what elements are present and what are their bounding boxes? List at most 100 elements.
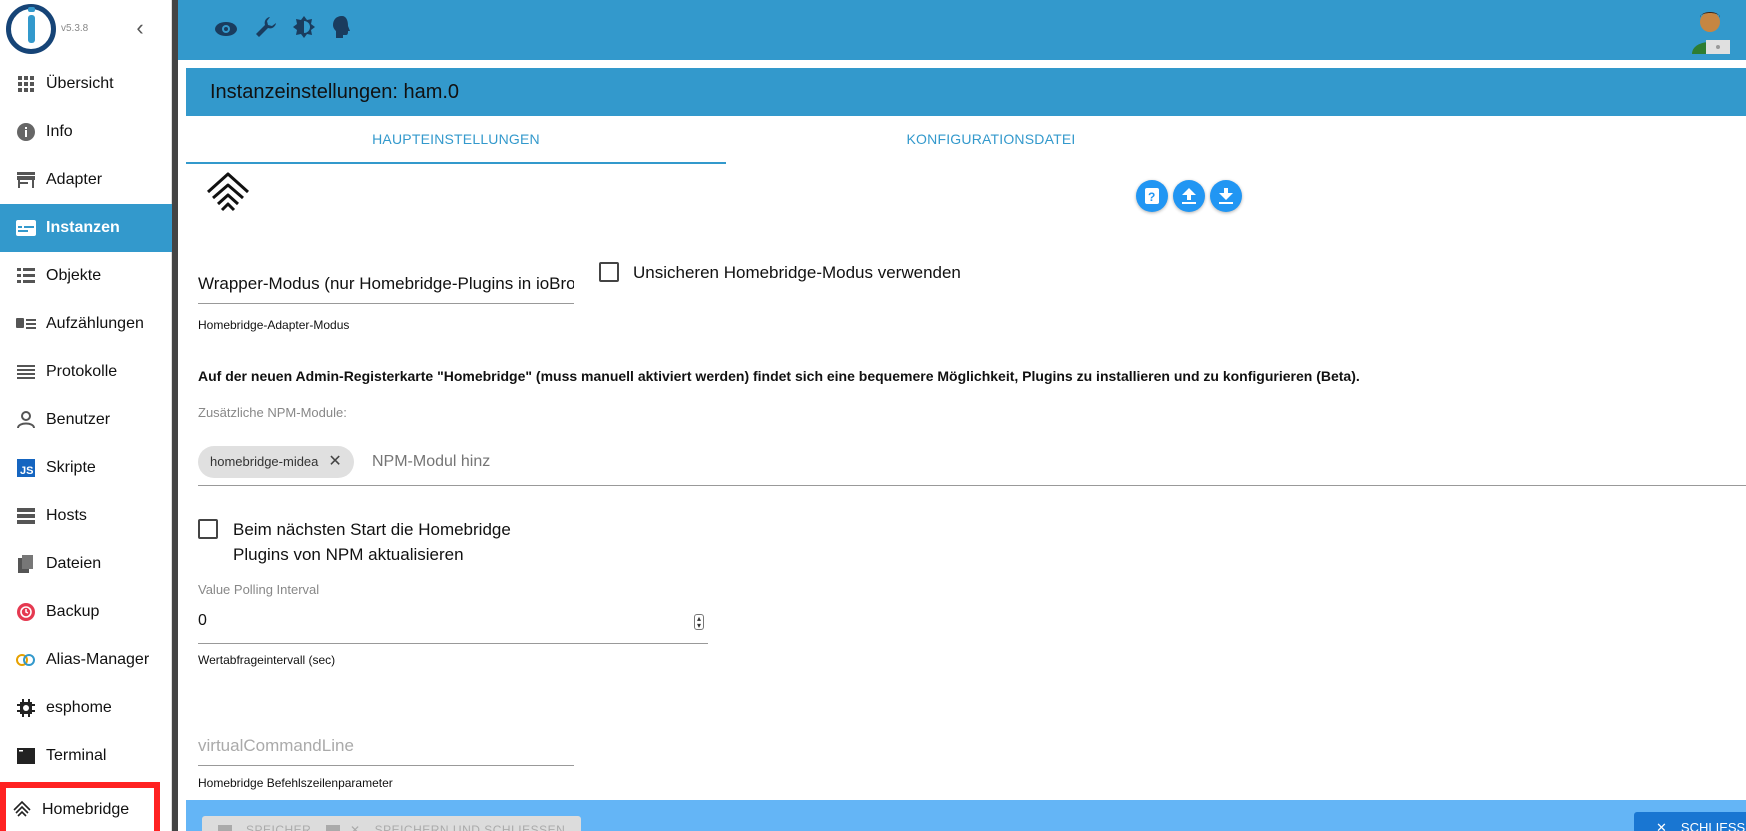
save-and-close-label: SPEICHERN UND SCHLIESSEN xyxy=(374,823,566,831)
homebridge-logo-icon xyxy=(204,170,252,218)
sidebar-item-label: Adapter xyxy=(46,171,103,188)
insecure-mode-label: Unsicheren Homebridge-Modus verwenden xyxy=(633,263,961,282)
sidebar-item-skripte[interactable]: JS Skripte xyxy=(0,444,172,492)
sidebar-item-info[interactable]: Info xyxy=(0,108,172,156)
chevron-left-icon[interactable]: ‹ xyxy=(130,16,150,40)
save-and-close-button[interactable]: ✕ SPEICHERN UND SCHLIESSEN xyxy=(310,816,582,831)
list-icon xyxy=(16,266,36,286)
sidebar-item-label: Info xyxy=(46,123,73,140)
polling-interval-input[interactable]: 0 ▴ ▾ xyxy=(198,600,708,644)
sidebar-item-label: Aufzählungen xyxy=(46,315,144,332)
esphome-icon xyxy=(16,698,36,718)
files-icon xyxy=(16,554,36,574)
sidebar-item-label: Terminal xyxy=(46,747,107,764)
sidebar-item-protokolle[interactable]: Protokolle xyxy=(0,348,172,396)
sidebar-item-dateien[interactable]: Dateien xyxy=(0,540,172,588)
javascript-icon: JS xyxy=(16,458,36,478)
hosts-icon xyxy=(16,506,36,526)
version-label: v5.3.8 xyxy=(61,23,89,34)
sidebar-gap xyxy=(178,0,186,831)
brightness-icon[interactable] xyxy=(290,16,318,44)
mode-select[interactable]: Wrapper-Modus (nur Homebridge-Plugins in… xyxy=(198,262,574,304)
expert-mode-icon[interactable] xyxy=(328,16,356,44)
sidebar-item-label: Instanzen xyxy=(46,219,120,236)
sidebar-nav: Übersicht Info Adapter Instanzen Objekte… xyxy=(0,60,172,831)
sidebar-item-label: Übersicht xyxy=(46,75,114,92)
update-plugins-checkbox[interactable] xyxy=(198,519,218,539)
update-plugins-label-line2: Plugins von NPM aktualisieren xyxy=(233,545,464,564)
eye-icon[interactable] xyxy=(212,16,240,44)
user-icon xyxy=(16,410,36,430)
sidebar-item-label: Hosts xyxy=(46,507,87,524)
download-button[interactable] xyxy=(1210,180,1242,212)
npm-modules-field: homebridge-midea ✕ xyxy=(198,444,1746,486)
page-title: Instanzeinstellungen: ham.0 xyxy=(186,68,1746,116)
close-icon: ✕ xyxy=(350,823,361,831)
command-line-input[interactable]: virtualCommandLine xyxy=(198,724,574,766)
mode-select-value: Wrapper-Modus (nur Homebridge-Plugins in… xyxy=(198,274,574,293)
update-plugins-label-line1: Beim nächsten Start die Homebridge xyxy=(233,520,511,539)
command-line-helper: Homebridge Befehlszeilenparameter xyxy=(198,776,393,790)
sidebar-item-homebridge[interactable]: Homebridge xyxy=(0,782,160,831)
terminal-icon xyxy=(16,746,36,766)
svg-text:JS: JS xyxy=(20,465,33,477)
wrench-icon[interactable] xyxy=(252,16,280,44)
polling-helper: Wertabfrageintervall (sec) xyxy=(198,653,336,667)
command-line-placeholder: virtualCommandLine xyxy=(198,736,354,755)
npm-module-chip-label: homebridge-midea xyxy=(210,454,319,469)
sidebar-item-adapter[interactable]: Adapter xyxy=(0,156,172,204)
close-button[interactable]: ✕ SCHLIESSEN xyxy=(1634,812,1746,831)
sidebar-item-label: Backup xyxy=(46,603,100,620)
alias-icon xyxy=(16,650,36,670)
info-text: Auf der neuen Admin-Registerkarte "Homeb… xyxy=(198,368,1360,384)
sidebar-header: v5.3.8 ‹ xyxy=(0,0,172,60)
sidebar-item-label: Benutzer xyxy=(46,411,111,428)
npm-module-input[interactable] xyxy=(372,450,652,474)
tab-konfigurationsdatei[interactable]: KONFIGURATIONSDATEI xyxy=(726,116,1256,164)
polling-label: Value Polling Interval xyxy=(198,582,320,597)
sidebar: v5.3.8 ‹ Übersicht Info Adapter Instanze… xyxy=(0,0,172,831)
sidebar-item-terminal[interactable]: Terminal xyxy=(0,732,172,780)
npm-module-chip[interactable]: homebridge-midea ✕ xyxy=(198,446,354,478)
sidebar-item-objekte[interactable]: Objekte xyxy=(0,252,172,300)
sidebar-item-label: Homebridge xyxy=(42,801,130,818)
sidebar-item-uebersicht[interactable]: Übersicht xyxy=(0,60,172,108)
sidebar-item-label: Protokolle xyxy=(46,363,118,380)
floppy-icon xyxy=(326,824,340,831)
sidebar-item-alias-manager[interactable]: Alias-Manager xyxy=(0,636,172,684)
sidebar-item-label: esphome xyxy=(46,699,112,716)
grid-icon xyxy=(16,74,36,94)
sidebar-item-aufzaehlungen[interactable]: Aufzählungen xyxy=(0,300,172,348)
sidebar-item-backup[interactable]: Backup xyxy=(0,588,172,636)
sidebar-item-instanzen[interactable]: Instanzen xyxy=(0,204,172,252)
tab-haupteinstellungen[interactable]: HAUPTEINSTELLUNGEN xyxy=(186,116,726,164)
sidebar-item-hosts[interactable]: Hosts xyxy=(0,492,172,540)
mode-helper: Homebridge-Adapter-Modus xyxy=(198,318,350,332)
spinner-icon[interactable]: ▴ ▾ xyxy=(694,614,704,630)
sidebar-item-label: Dateien xyxy=(46,555,102,572)
avatar[interactable] xyxy=(1686,6,1734,54)
topbar xyxy=(178,0,1746,60)
insecure-mode-checkbox[interactable] xyxy=(599,262,619,282)
log-icon xyxy=(16,362,36,382)
tabs: HAUPTEINSTELLUNGEN KONFIGURATIONSDATEI xyxy=(186,116,1746,164)
close-icon[interactable]: ✕ xyxy=(328,446,341,478)
floppy-icon xyxy=(218,824,232,831)
sidebar-item-benutzer[interactable]: Benutzer xyxy=(0,396,172,444)
sidebar-item-label: Skripte xyxy=(46,459,96,476)
instances-icon xyxy=(16,218,36,238)
polling-interval-value: 0 xyxy=(198,612,207,629)
footer-bar: SPEICHERN ✕ SPEICHERN UND SCHLIESSEN ✕ SCH… xyxy=(186,800,1746,831)
sidebar-item-esphome[interactable]: esphome xyxy=(0,684,172,732)
enum-icon xyxy=(16,314,36,334)
sidebar-item-label: Objekte xyxy=(46,267,102,284)
iobroker-logo-icon[interactable] xyxy=(6,4,56,54)
svg-text:?: ? xyxy=(1148,190,1155,204)
close-icon: ✕ xyxy=(1656,820,1667,831)
upload-button[interactable] xyxy=(1173,180,1205,212)
instance-settings-panel: Instanzeinstellungen: ham.0 HAUPTEINSTEL… xyxy=(186,68,1746,831)
store-icon xyxy=(16,170,36,190)
help-button[interactable]: ? xyxy=(1136,180,1168,212)
info-icon xyxy=(16,122,36,142)
backup-icon xyxy=(16,602,36,622)
